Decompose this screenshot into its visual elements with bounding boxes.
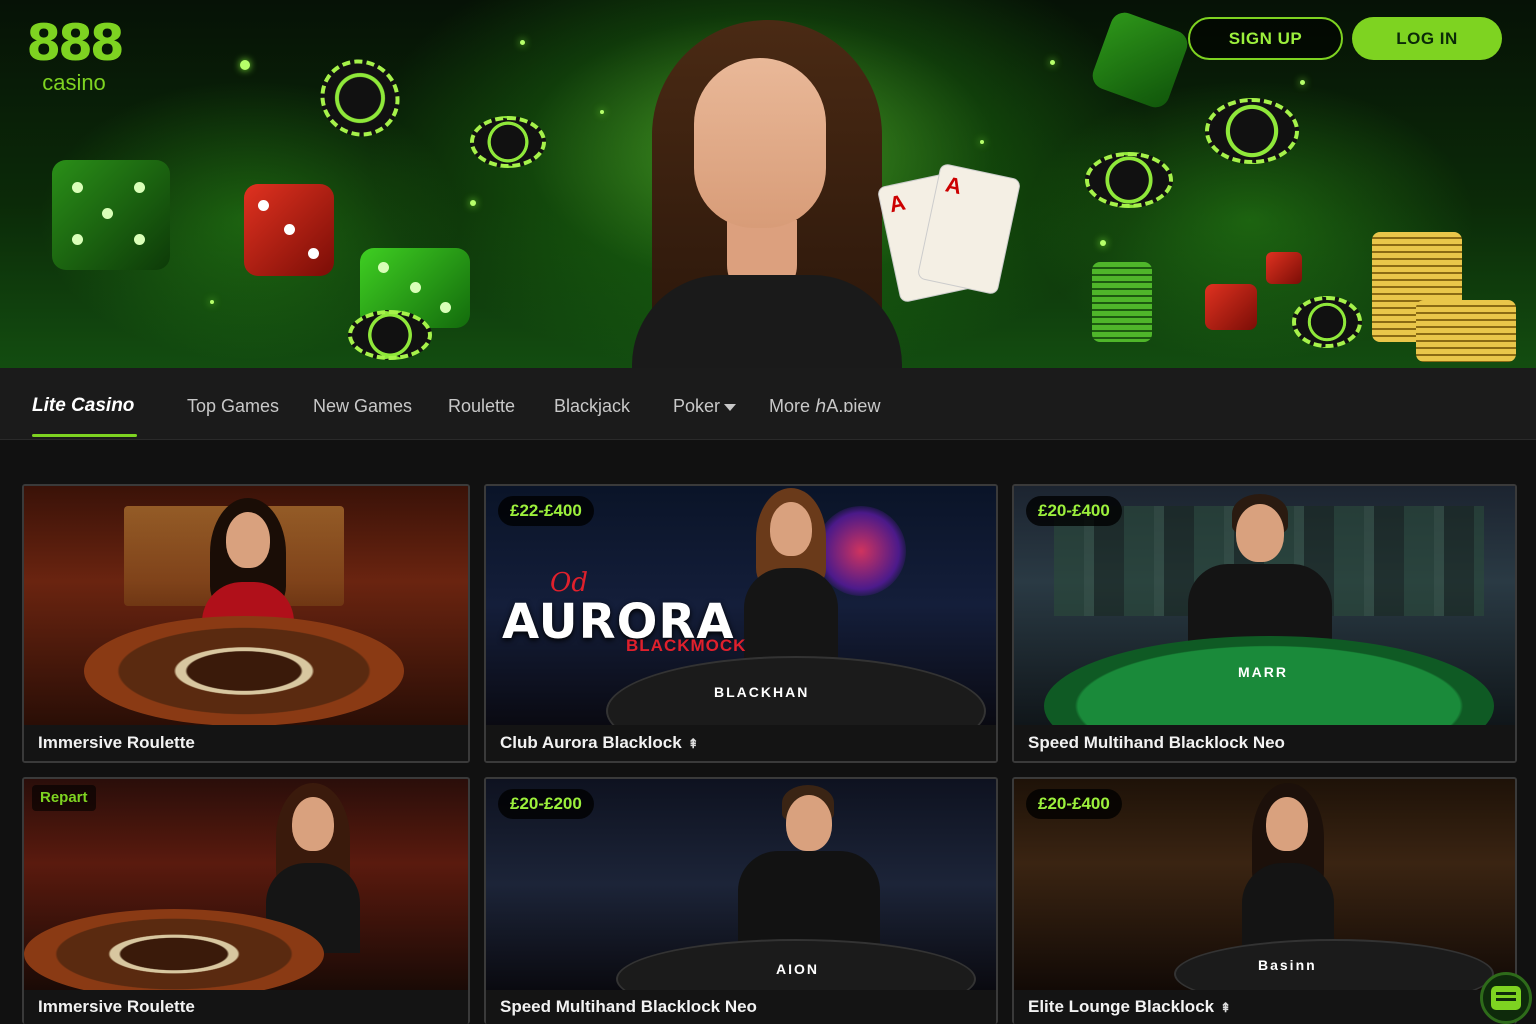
- category-nav: Lite Casino Top Games New Games Roulette…: [0, 368, 1536, 440]
- coin-stack-icon: [1416, 300, 1516, 362]
- tab-blackjack[interactable]: Blackjack: [554, 396, 630, 417]
- playing-cards-icon: A A: [876, 162, 1022, 304]
- sign-up-button[interactable]: SIGN UP: [1188, 17, 1343, 60]
- chevron-down-icon: [724, 403, 737, 411]
- table-felt-label: AION: [776, 961, 819, 977]
- tab-lite-casino[interactable]: Lite Casino: [32, 395, 134, 417]
- game-title: Immersive Roulette: [24, 725, 468, 761]
- game-tile-immersive-roulette[interactable]: Immersive Roulette: [22, 484, 470, 763]
- sparkle: [600, 110, 604, 114]
- tab-top-games[interactable]: Top Games: [187, 396, 279, 417]
- red-die-icon: [1266, 252, 1302, 284]
- sparkle: [1100, 240, 1106, 246]
- red-die-icon: [1205, 284, 1257, 330]
- sparkle: [1050, 60, 1055, 65]
- green-die-icon: [1088, 8, 1192, 112]
- chat-button[interactable]: [1480, 972, 1532, 1024]
- sparkle: [240, 60, 250, 70]
- game-title: Speed Multihand Blacklock Neo: [1014, 725, 1515, 761]
- sparkle: [470, 200, 476, 206]
- aurora-logo-subtitle: BLACKMOCK: [626, 636, 747, 655]
- coin-stack-icon: [1092, 262, 1152, 342]
- game-title-row: Club Aurora Blacklock ⇞: [486, 725, 996, 761]
- game-title: Elite Lounge Blacklock: [1028, 997, 1215, 1016]
- hero-banner: A A 888 casino SIGN UP LOG IN: [0, 0, 1536, 368]
- tile-badge: Repart: [32, 785, 96, 811]
- bet-limit-badge: £20-£200: [498, 789, 594, 819]
- logo-text: casino: [42, 70, 106, 95]
- game-tile-elite-lounge-blacklock[interactable]: Basinn £20-£400 Elite Lounge Blacklock ⇞: [1012, 777, 1517, 1024]
- tab-more[interactable]: More ℎA.ɒiew: [769, 396, 880, 417]
- bet-limit-badge: £22-£400: [498, 496, 594, 526]
- active-tab-indicator: [32, 434, 137, 437]
- red-die-icon: [244, 184, 334, 276]
- tab-poker-label: Poker: [673, 396, 721, 416]
- game-tile-immersive-roulette-2[interactable]: Repart Immersive Roulette: [22, 777, 470, 1024]
- up-arrow-icon: ⇞: [1220, 1000, 1232, 1015]
- casino-chip-icon: [470, 116, 546, 168]
- sparkle: [1300, 80, 1305, 85]
- game-tile-speed-multihand-blacklock-neo-2[interactable]: AION £20-£200 Speed Multihand Blacklock …: [484, 777, 998, 1024]
- logo-mark: 888: [26, 14, 124, 72]
- table-felt-label: MARR: [1238, 664, 1288, 680]
- game-title: Club Aurora Blacklock: [500, 733, 682, 752]
- table-felt-label: BLACKHAN: [714, 684, 810, 700]
- chat-bubble-icon: [1491, 986, 1521, 1010]
- game-tile-speed-multihand-blacklock-neo[interactable]: MARR £20-£400 Speed Multihand Blacklock …: [1012, 484, 1517, 763]
- roulette-wheel-icon: [24, 909, 324, 999]
- game-tile-club-aurora-blacklock[interactable]: BLACKHAN Od AURORA BLACKMOCK £22-£400 Cl…: [484, 484, 998, 763]
- casino-chip-icon: [348, 310, 432, 360]
- sparkle: [520, 40, 525, 45]
- log-in-button[interactable]: LOG IN: [1352, 17, 1502, 60]
- game-title-row: Elite Lounge Blacklock ⇞: [1014, 990, 1515, 1024]
- casino-chip-icon: [1205, 98, 1299, 164]
- casino-chip-icon: [1085, 152, 1173, 208]
- bet-limit-badge: £20-£400: [1026, 789, 1122, 819]
- sparkle: [980, 140, 984, 144]
- sparkle: [210, 300, 214, 304]
- table-felt-label: Basinn: [1258, 957, 1317, 973]
- green-die-icon: [52, 160, 170, 270]
- tab-roulette[interactable]: Roulette: [448, 396, 515, 417]
- roulette-wheel-icon: [84, 616, 404, 726]
- tab-new-games[interactable]: New Games: [313, 396, 412, 417]
- game-thumbnail: [24, 486, 468, 726]
- brand-logo[interactable]: 888 casino: [24, 18, 124, 96]
- casino-chip-icon: [306, 45, 414, 151]
- bet-limit-badge: £20-£400: [1026, 496, 1122, 526]
- game-title: Speed Multihand Blacklock Neo: [486, 990, 996, 1024]
- hero-host-image: [632, 20, 912, 368]
- tab-poker[interactable]: Poker: [673, 396, 737, 417]
- casino-chip-icon: [1292, 296, 1362, 348]
- up-arrow-icon: ⇞: [687, 736, 699, 751]
- game-title: Immersive Roulette: [24, 990, 468, 1024]
